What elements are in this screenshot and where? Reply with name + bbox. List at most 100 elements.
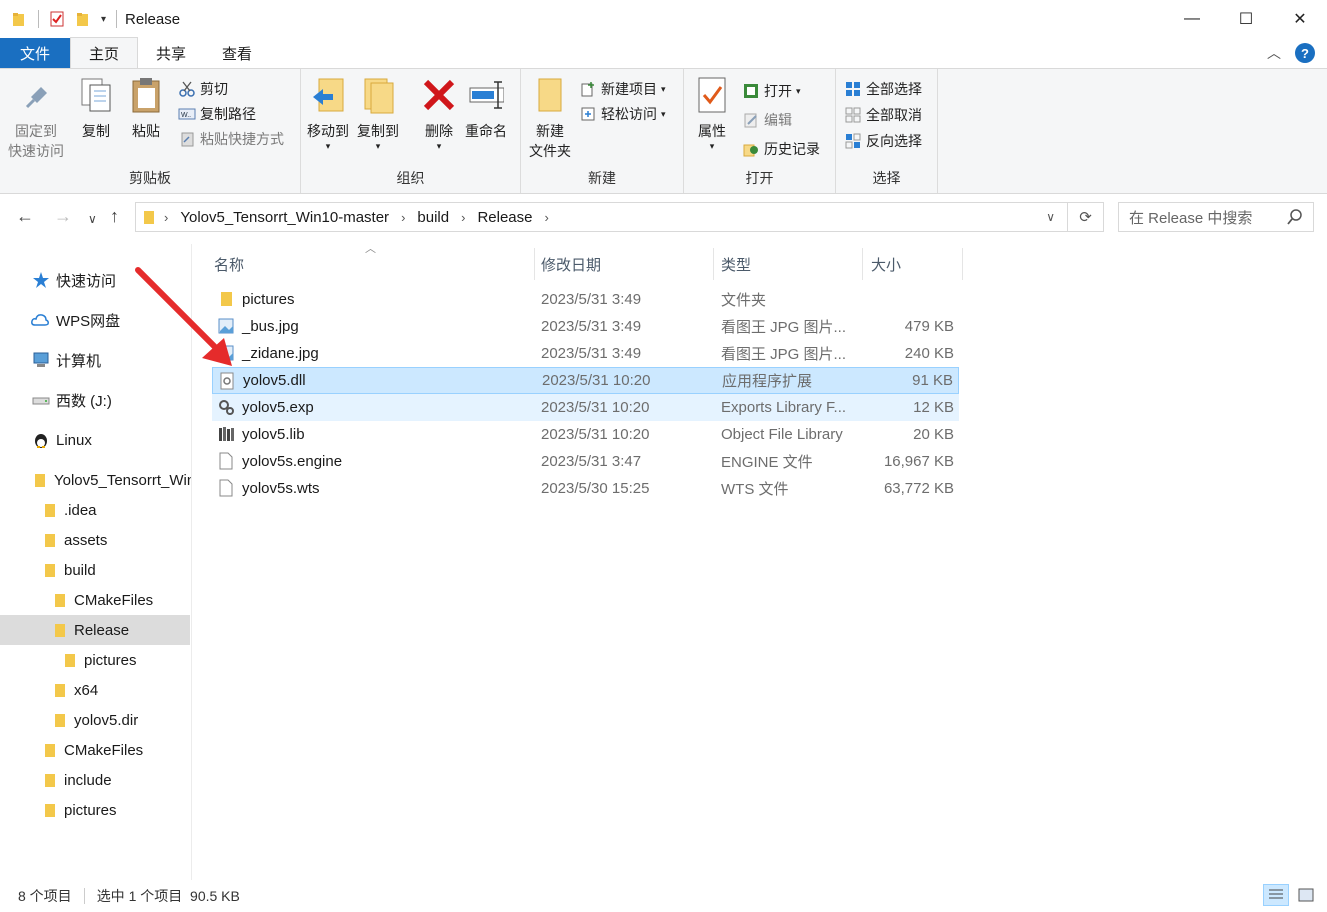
breadcrumb-build[interactable]: build	[417, 209, 449, 226]
nav-folder-release[interactable]: Release	[0, 615, 190, 645]
nav-drive-j[interactable]: 西数 (J:)	[32, 385, 112, 415]
up-button[interactable]: ↑	[110, 206, 119, 227]
move-to-button[interactable]: 移动到 ▾	[307, 75, 349, 151]
breadcrumb-chevron-icon[interactable]: ›	[545, 210, 549, 225]
column-header-date[interactable]: 修改日期	[541, 248, 711, 280]
column-header-name[interactable]: 名称	[214, 248, 534, 280]
minimize-button[interactable]: —	[1165, 0, 1219, 38]
collapse-ribbon-icon[interactable]: ︿	[1267, 43, 1281, 63]
maximize-button[interactable]: ☐	[1219, 0, 1273, 38]
file-row-yolov5-lib[interactable]: yolov5.lib 2023/5/31 10:20 Object File L…	[212, 421, 959, 448]
file-row-yolov5-exp[interactable]: yolov5.exp 2023/5/31 10:20 Exports Libra…	[212, 394, 959, 421]
copy-to-button[interactable]: 复制到 ▾	[357, 75, 399, 151]
copy-path-button[interactable]: W.. 复制路径	[178, 102, 256, 126]
nav-folder-cmakefiles[interactable]: CMakeFiles	[42, 735, 143, 765]
nav-linux[interactable]: Linux	[32, 425, 92, 455]
computer-icon	[33, 352, 49, 367]
breadcrumb-yolov5-root[interactable]: Yolov5_Tensorrt_Win10-master	[180, 209, 389, 226]
status-item-count: 8 个项目	[18, 888, 72, 904]
new-folder-icon[interactable]	[75, 11, 91, 27]
edit-button[interactable]: 编辑	[742, 108, 792, 132]
nav-folder-include[interactable]: include	[42, 765, 112, 795]
nav-wps-cloud[interactable]: WPS网盘	[30, 305, 120, 335]
nav-folder-yolov5-root[interactable]: Yolov5_Tensorrt_Win10-master	[32, 465, 191, 495]
nav-folder-build[interactable]: build	[42, 555, 96, 585]
folder-icon	[221, 292, 232, 306]
new-folder-button[interactable]: 新建 文件夹	[529, 75, 571, 161]
customize-dropdown-icon[interactable]: ▾	[101, 14, 106, 25]
close-button[interactable]: ✕	[1273, 0, 1327, 38]
group-label-open: 打开	[745, 170, 774, 186]
folder-icon[interactable]	[12, 11, 28, 27]
details-view-button[interactable]	[1263, 884, 1289, 906]
nav-folder-release-pictures[interactable]: pictures	[62, 645, 137, 675]
column-header-type[interactable]: 类型	[721, 248, 861, 280]
file-date: 2023/5/30 15:25	[541, 480, 650, 497]
paste-shortcut-button[interactable]: 粘贴快捷方式	[178, 127, 284, 151]
history-button[interactable]: 历史记录	[742, 137, 820, 161]
nav-folder-idea[interactable]: .idea	[42, 495, 97, 525]
recent-locations-icon[interactable]: ∨	[88, 212, 97, 226]
help-icon[interactable]: ?	[1295, 43, 1315, 63]
file-type: 应用程序扩展	[722, 373, 813, 390]
file-row-bus-jpg[interactable]: _bus.jpg 2023/5/31 3:49 看图王 JPG 图片... 47…	[212, 313, 959, 340]
cloud-icon	[31, 314, 49, 326]
nav-folder-build-cmakefiles[interactable]: CMakeFiles	[52, 585, 153, 615]
nav-folder-pictures[interactable]: pictures	[42, 795, 117, 825]
lib-icon	[219, 427, 234, 441]
nav-folder-assets[interactable]: assets	[42, 525, 107, 555]
select-all-button[interactable]: 全部选择	[844, 77, 922, 101]
group-label-clipboard: 剪贴板	[129, 170, 171, 186]
rename-label: 重命名	[465, 123, 507, 139]
column-header-size[interactable]: 大小	[871, 248, 961, 280]
address-dropdown-icon[interactable]: ∨	[1046, 210, 1055, 224]
folder-icon	[55, 624, 65, 637]
file-row-yolov5s-engine[interactable]: yolov5s.engine 2023/5/31 3:47 ENGINE 文件 …	[212, 448, 959, 475]
new-item-button[interactable]: 新建项目 ▾	[579, 77, 666, 101]
file-row-pictures[interactable]: pictures 2023/5/31 3:49 文件夹	[212, 286, 959, 313]
pin-quick-access-button[interactable]: 固定到 快速访问	[8, 75, 64, 161]
file-date: 2023/5/31 3:47	[541, 453, 642, 470]
address-bar[interactable]: › Yolov5_Tensorrt_Win10-master › build ›…	[135, 202, 1068, 232]
nav-computer[interactable]: 计算机	[32, 345, 101, 375]
tab-share[interactable]: 共享	[138, 38, 204, 68]
easy-access-button[interactable]: 轻松访问 ▾	[579, 102, 666, 126]
open-button[interactable]: 打开 ▾	[742, 79, 801, 103]
back-button[interactable]: ←	[16, 206, 34, 227]
tab-home[interactable]: 主页	[70, 37, 139, 68]
file-size: 20 KB	[913, 426, 954, 443]
breadcrumb-release[interactable]: Release	[477, 209, 532, 226]
properties-button[interactable]: 属性 ▾	[694, 75, 730, 151]
paste-button[interactable]: 粘贴	[128, 75, 164, 141]
nav-label: .idea	[64, 501, 97, 519]
copy-button[interactable]: 复制	[78, 75, 114, 141]
delete-x-icon	[423, 79, 455, 111]
nav-folder-yolov5-dir[interactable]: yolov5.dir	[52, 705, 138, 735]
file-row-yolov5s-wts[interactable]: yolov5s.wts 2023/5/30 15:25 WTS 文件 63,77…	[212, 475, 959, 502]
nav-quick-access[interactable]: 快速访问	[32, 265, 116, 295]
invert-selection-button[interactable]: 反向选择	[844, 129, 922, 153]
breadcrumb-chevron-icon[interactable]: ›	[401, 210, 405, 225]
rename-button[interactable]: 重命名	[465, 75, 507, 141]
large-icons-view-button[interactable]	[1293, 884, 1319, 906]
nav-folder-x64[interactable]: x64	[52, 675, 98, 705]
breadcrumb-chevron-icon[interactable]: ›	[164, 210, 168, 225]
navigation-pane: 快速访问 WPS网盘 计算机 西数 (J:) Linux Yolov5_Tens…	[0, 244, 192, 880]
tab-file[interactable]: 文件	[0, 38, 70, 68]
properties-check-icon[interactable]	[49, 11, 65, 27]
refresh-button[interactable]: ⟳	[1068, 202, 1104, 232]
invert-selection-label: 反向选择	[866, 133, 922, 149]
breadcrumb-chevron-icon[interactable]: ›	[461, 210, 465, 225]
properties-label: 属性	[698, 123, 726, 139]
forward-button[interactable]: →	[54, 206, 72, 227]
edit-icon	[744, 113, 757, 128]
tab-view[interactable]: 查看	[204, 38, 270, 68]
nav-label: Yolov5_Tensorrt_Win10-master	[54, 471, 191, 489]
cut-button[interactable]: 剪切	[178, 77, 228, 101]
properties-icon	[698, 77, 726, 113]
file-row-zidane-jpg[interactable]: _zidane.jpg 2023/5/31 3:49 看图王 JPG 图片...…	[212, 340, 959, 367]
file-row-yolov5-dll[interactable]: yolov5.dll 2023/5/31 10:20 应用程序扩展 91 KB	[212, 367, 959, 394]
search-input[interactable]: 在 Release 中搜索	[1118, 202, 1314, 232]
delete-button[interactable]: 删除 ▾	[421, 75, 457, 151]
select-none-button[interactable]: 全部取消	[844, 103, 922, 127]
